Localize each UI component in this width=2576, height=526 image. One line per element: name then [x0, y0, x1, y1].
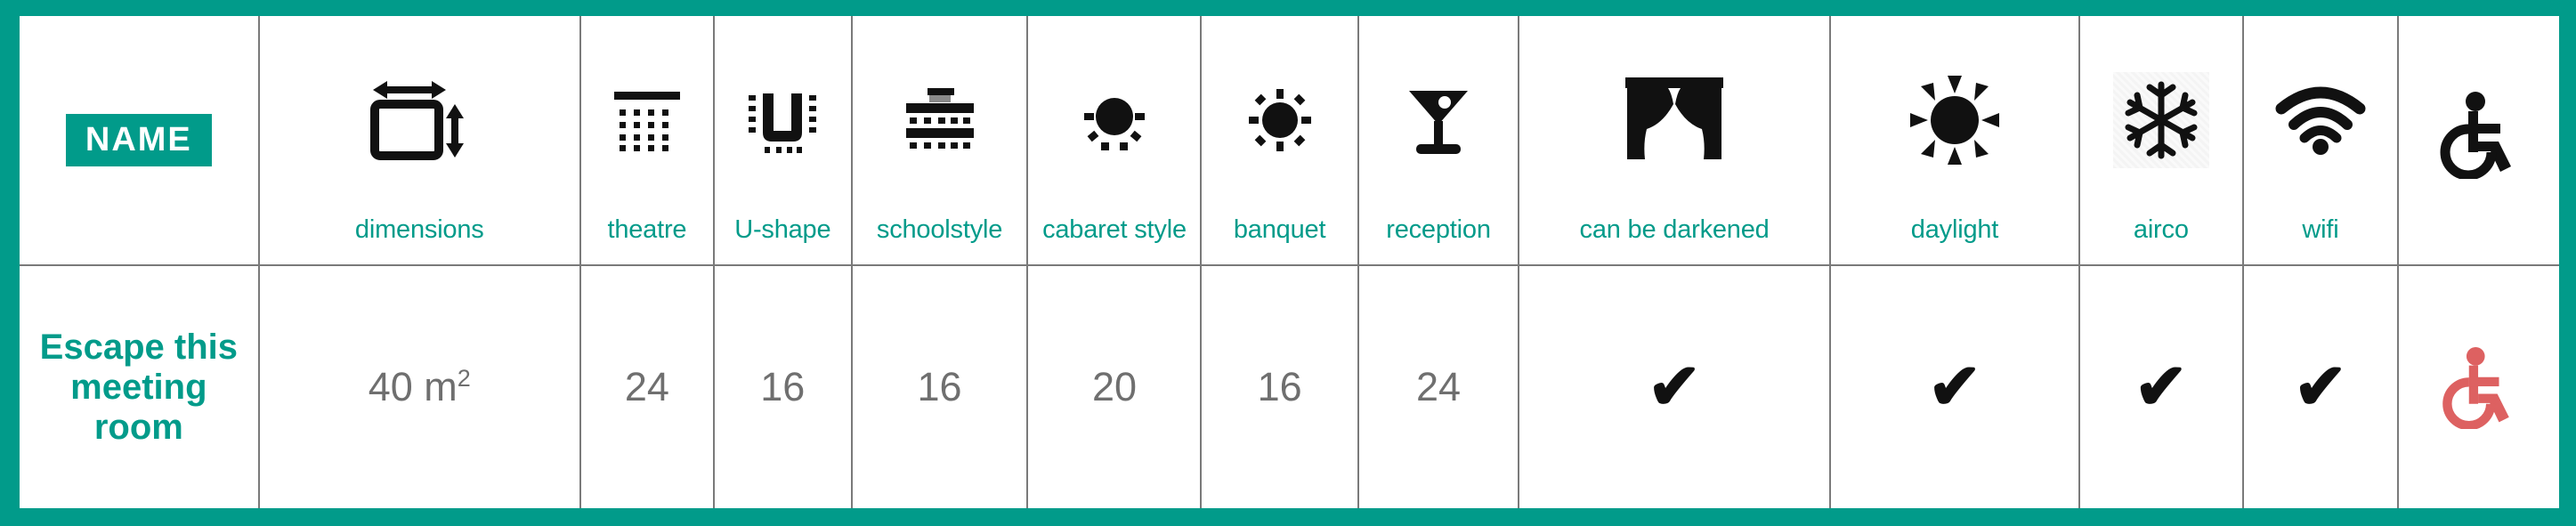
facilities-table: NAME dimensions theatre U-shape schoolst… — [20, 16, 2559, 508]
header-cell-daylight: daylight — [1828, 16, 2081, 267]
header-label-reception: reception — [1386, 214, 1491, 244]
dimensions-exponent: 2 — [457, 365, 471, 392]
cell-reception: 24 — [1357, 264, 1520, 508]
dimensions-icon — [260, 24, 579, 216]
table-header-row: NAME dimensions theatre U-shape schoolst… — [20, 16, 2559, 267]
u-shape-capacity: 16 — [760, 364, 806, 410]
cell-u-shape: 16 — [713, 264, 853, 508]
checkmark-icon: ✔ — [2134, 352, 2188, 424]
header-label-airco: airco — [2133, 214, 2189, 244]
schoolstyle-layout-icon — [853, 24, 1027, 216]
cell-dimensions: 40 m2 — [257, 264, 581, 508]
cell-airco: ✔ — [2078, 264, 2244, 508]
u-shape-layout-icon — [715, 24, 851, 216]
header-cell-u-shape: U-shape — [713, 16, 853, 267]
header-label-schoolstyle: schoolstyle — [876, 214, 1003, 244]
header-label-u-shape: U-shape — [734, 214, 831, 244]
header-label-dimensions: dimensions — [354, 214, 484, 244]
header-label-cabaret: cabaret style — [1042, 214, 1187, 244]
header-cell-name: NAME — [20, 16, 260, 267]
cell-accessibility — [2397, 264, 2559, 508]
cell-room-name[interactable]: Escape this meeting room — [20, 264, 260, 508]
header-label-daylight: daylight — [1910, 214, 1999, 244]
table-row: Escape this meeting room 40 m2 24 16 16 … — [20, 264, 2559, 508]
cell-banquet: 16 — [1200, 264, 1359, 508]
dimensions-value: 40 m2 — [369, 364, 471, 410]
header-cell-wifi: wifi — [2241, 16, 2400, 267]
theatre-capacity: 24 — [624, 364, 669, 410]
wheelchair-icon — [2439, 345, 2519, 430]
checkmark-icon: ✔ — [1927, 352, 1982, 424]
cell-wifi: ✔ — [2241, 264, 2400, 508]
curtain-icon — [1519, 24, 1829, 216]
banquet-layout-icon — [1202, 24, 1357, 216]
cabaret-layout-icon — [1028, 24, 1200, 216]
checkmark-icon: ✔ — [1647, 352, 1702, 424]
header-cell-reception: reception — [1357, 16, 1520, 267]
banquet-capacity: 16 — [1257, 364, 1302, 410]
reception-capacity: 24 — [1415, 364, 1462, 410]
cell-daylight: ✔ — [1828, 264, 2081, 508]
airco-icon-plate — [2112, 71, 2209, 168]
wifi-icon — [2244, 24, 2398, 216]
header-cell-schoolstyle: schoolstyle — [850, 16, 1029, 267]
schoolstyle-capacity: 16 — [917, 364, 962, 410]
header-cell-airco: airco — [2078, 16, 2244, 267]
sun-icon — [1831, 24, 2078, 216]
header-cell-cabaret: cabaret style — [1026, 16, 1203, 267]
cell-can-be-darkened: ✔ — [1518, 264, 1831, 508]
room-name-text: Escape this meeting room — [39, 327, 238, 447]
wheelchair-icon — [2399, 24, 2559, 245]
cell-theatre: 24 — [579, 264, 716, 508]
cabaret-capacity: 20 — [1091, 364, 1138, 410]
name-badge: NAME — [65, 114, 212, 167]
header-cell-dimensions: dimensions — [257, 16, 581, 267]
header-cell-theatre: theatre — [579, 16, 716, 267]
header-label-banquet: banquet — [1233, 214, 1326, 244]
meeting-room-facilities-table: NAME dimensions theatre U-shape schoolst… — [0, 0, 2576, 526]
cocktail-glass-icon — [1359, 24, 1519, 216]
header-label-wifi: wifi — [2302, 214, 2339, 244]
header-cell-banquet: banquet — [1200, 16, 1359, 267]
cell-cabaret: 20 — [1026, 264, 1203, 508]
header-label-theatre: theatre — [607, 214, 687, 244]
header-cell-can-be-darkened: can be darkened — [1518, 16, 1831, 267]
header-cell-accessibility — [2397, 16, 2559, 267]
dimensions-number: 40 m — [368, 364, 458, 410]
checkmark-icon: ✔ — [2293, 352, 2348, 424]
cell-schoolstyle: 16 — [850, 264, 1029, 508]
snowflake-icon — [2080, 24, 2241, 216]
theatre-layout-icon — [581, 24, 713, 216]
header-label-can-be-darkened: can be darkened — [1579, 214, 1770, 244]
